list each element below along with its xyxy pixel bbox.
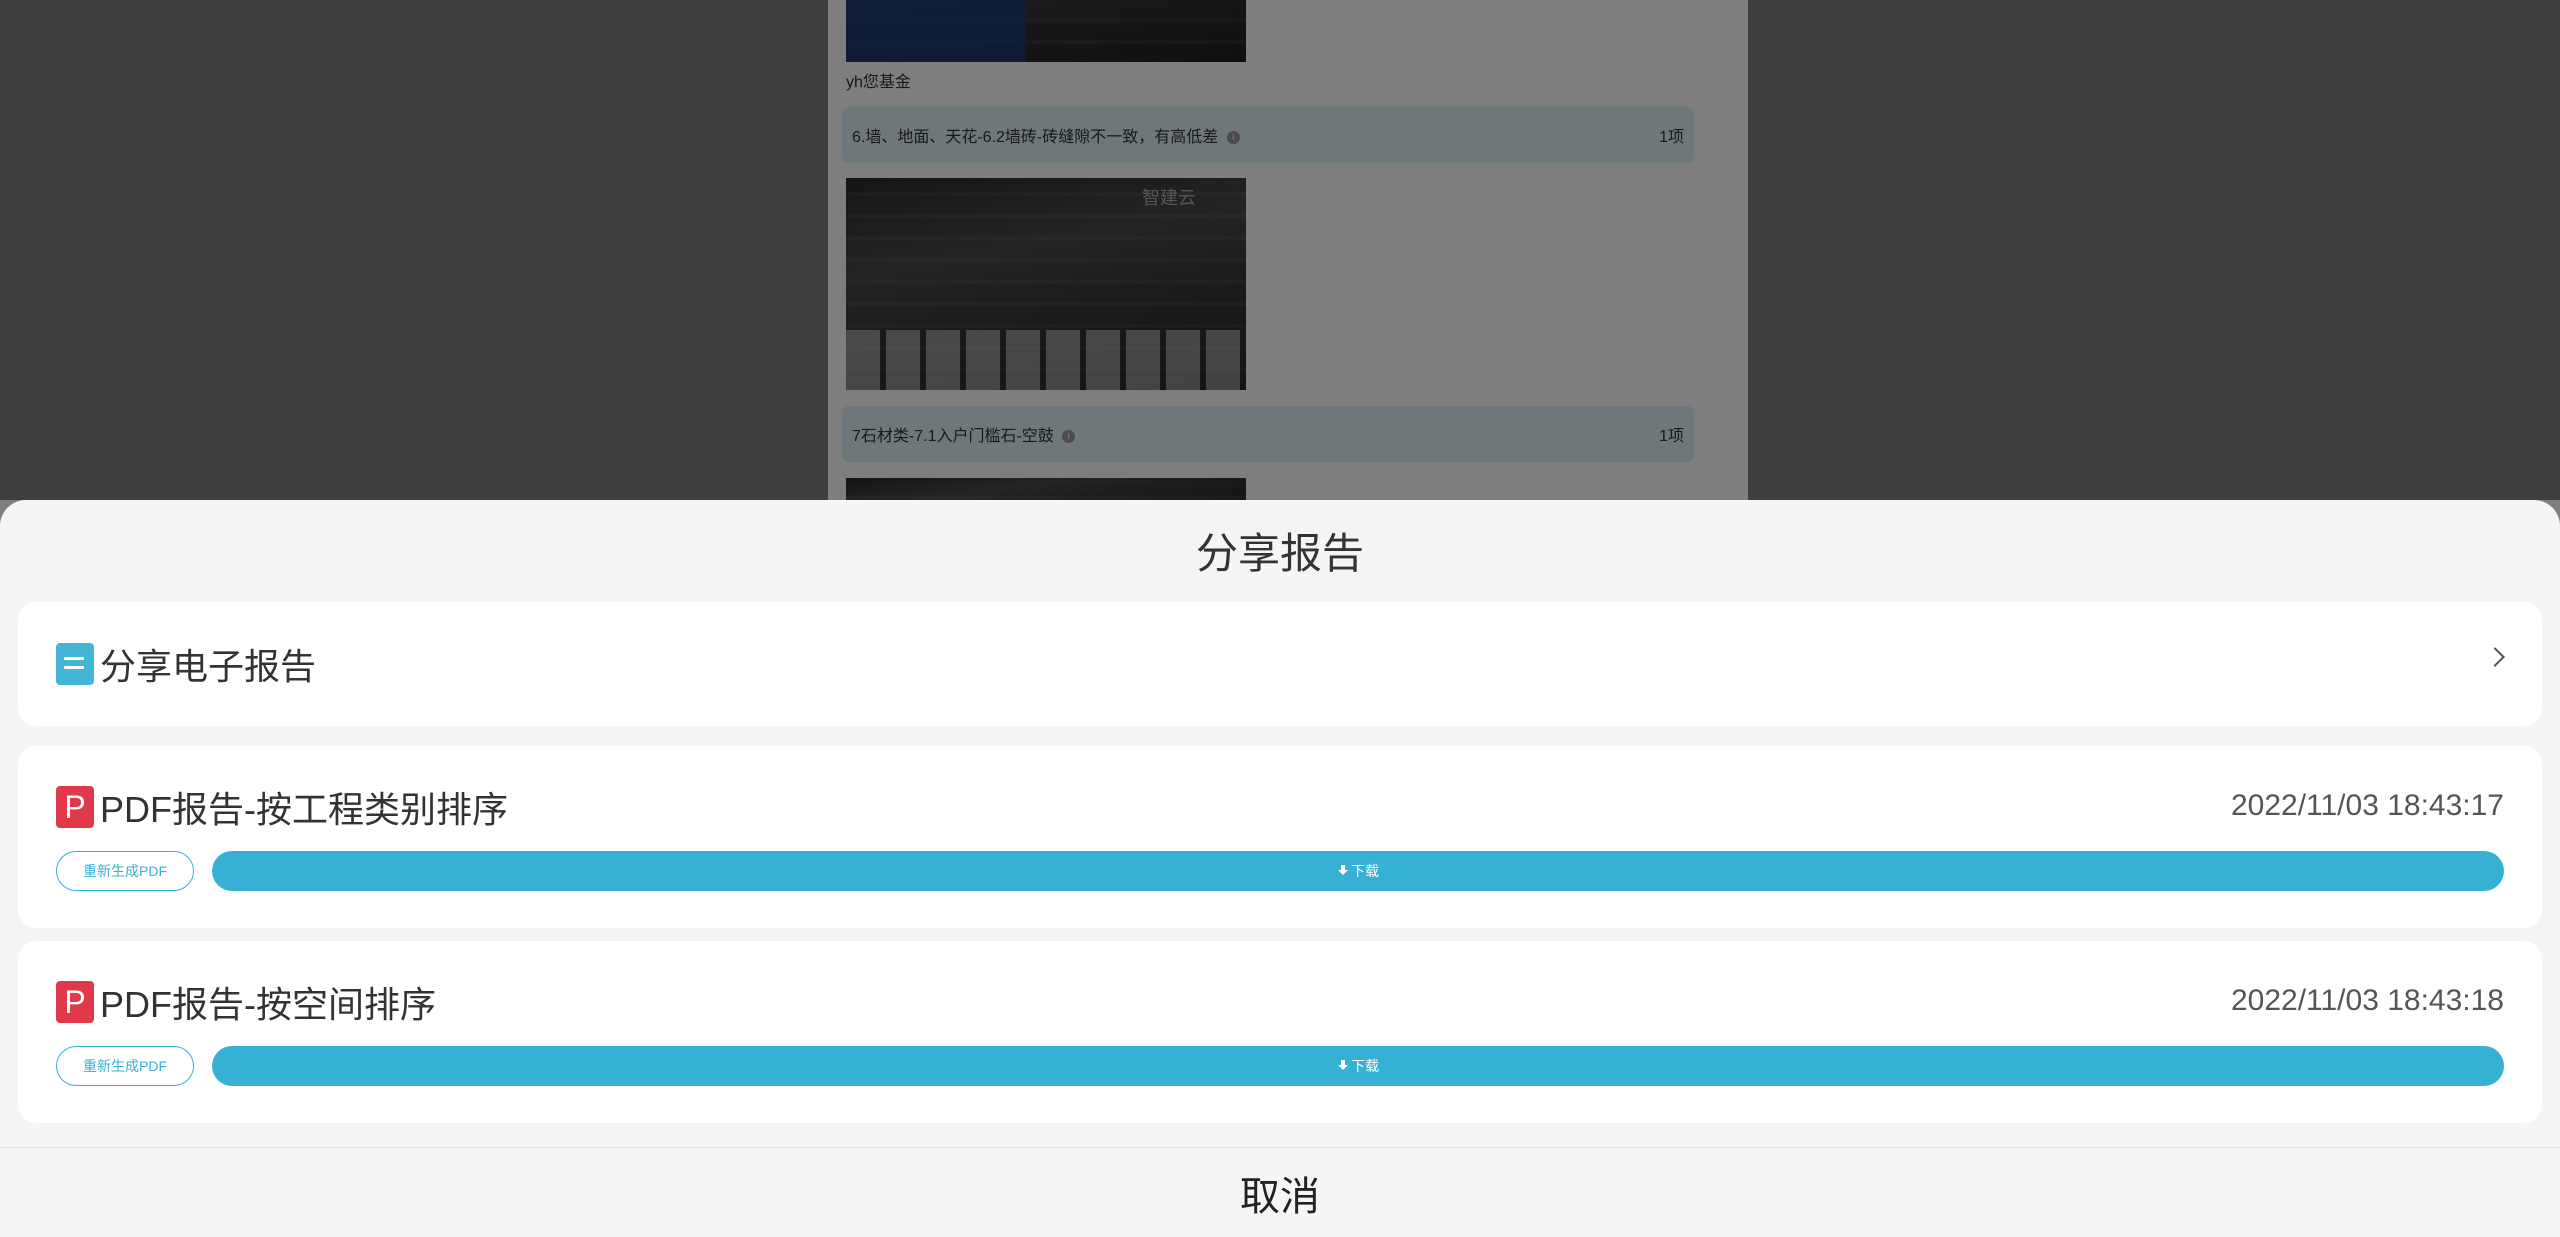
download-button[interactable]: 下载 [212,1046,2504,1086]
share-label: 分享电子报告 [100,646,317,687]
cancel-button[interactable]: 取消 [0,1148,2560,1237]
regenerate-label: 重新生成PDF [83,1058,167,1074]
pdf-report-card: P PDF报告-按工程类别排序 2022/11/03 18:43:17 重新生成… [18,746,2542,928]
regenerate-pdf-button[interactable]: 重新生成PDF [56,1046,194,1086]
pdf-report-card: P PDF报告-按空间排序 2022/11/03 18:43:18 重新生成PD… [18,941,2542,1123]
sheet-title: 分享报告 [1195,530,1364,577]
regenerate-pdf-button[interactable]: 重新生成PDF [56,851,194,891]
report-timestamp: 2022/11/03 18:43:18 [2230,984,2504,1017]
cancel-label: 取消 [1240,1174,1320,1219]
download-icon [1337,865,1349,877]
share-electronic-report-item[interactable]: 分享电子报告 [18,602,2542,726]
pdf-report-title: PDF报告-按空间排序 [100,984,436,1025]
chevron-right-icon [2485,647,2505,667]
pdf-icon: P [56,786,94,828]
report-timestamp: 2022/11/03 18:43:17 [2230,789,2504,822]
download-label: 下载 [1351,863,1379,879]
share-report-sheet: 分享报告 分享电子报告 P PDF报告-按工程类别排序 2022/11/03 1… [0,500,2560,1237]
regenerate-label: 重新生成PDF [83,863,167,879]
download-icon [1337,1060,1349,1072]
download-button[interactable]: 下载 [212,851,2504,891]
pdf-icon: P [56,981,94,1023]
download-label: 下载 [1351,1058,1379,1074]
modal-overlay[interactable] [0,0,2560,500]
document-icon [56,643,94,685]
pdf-report-title: PDF报告-按工程类别排序 [100,789,508,830]
